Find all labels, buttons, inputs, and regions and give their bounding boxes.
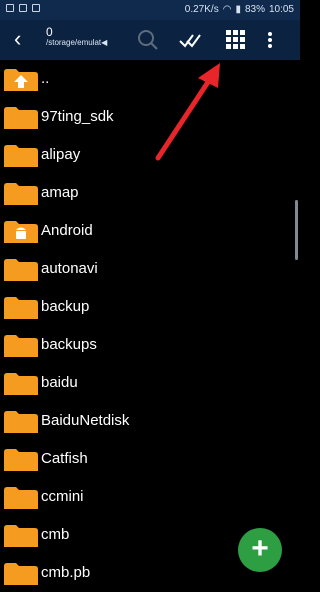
check-icon[interactable] bbox=[177, 28, 203, 52]
wifi-icon: ◠ bbox=[222, 4, 232, 15]
file-name: autonavi bbox=[41, 260, 98, 277]
folder-icon bbox=[4, 373, 38, 395]
list-item[interactable]: Android bbox=[0, 212, 300, 250]
list-item[interactable]: autonavi bbox=[0, 250, 300, 288]
file-name: alipay bbox=[41, 146, 81, 163]
notification-icon bbox=[6, 4, 14, 12]
battery-percent: 83% bbox=[244, 4, 265, 15]
file-name: BaiduNetdisk bbox=[41, 412, 130, 429]
list-item[interactable]: ccmini bbox=[0, 478, 300, 516]
file-name: Catfish bbox=[41, 450, 88, 467]
status-right: 0.27K/s ◠ ▮ 83% 10:05 bbox=[185, 4, 294, 15]
list-item[interactable]: Catfish bbox=[0, 440, 300, 478]
status-left-icons bbox=[6, 4, 40, 12]
file-name: .. bbox=[41, 70, 50, 87]
more-vertical-icon[interactable] bbox=[264, 28, 276, 52]
scrollbar[interactable] bbox=[295, 200, 298, 260]
android-folder-icon bbox=[4, 221, 38, 243]
folder-icon bbox=[4, 107, 38, 129]
folder-icon bbox=[4, 487, 38, 509]
folder-icon bbox=[4, 335, 38, 357]
plus-icon: + bbox=[251, 532, 269, 565]
file-name: 97ting_sdk bbox=[41, 108, 114, 125]
folder-icon bbox=[4, 411, 38, 433]
grid-view-icon[interactable] bbox=[224, 28, 248, 52]
toolbar: ‹ 0 /storage/emulat◀ bbox=[0, 20, 300, 60]
add-button[interactable]: + bbox=[238, 528, 282, 572]
folder-icon bbox=[4, 449, 38, 471]
file-name: cmb bbox=[41, 526, 70, 543]
file-name: cmb.pb bbox=[41, 564, 91, 581]
file-name: Android bbox=[41, 222, 93, 239]
file-name: ccmini bbox=[41, 488, 84, 505]
list-item[interactable]: .. bbox=[0, 60, 300, 98]
back-arrow-icon[interactable]: ‹ bbox=[14, 28, 30, 52]
network-speed: 0.27K/s bbox=[184, 4, 219, 15]
file-name: backups bbox=[41, 336, 97, 353]
path-text: /storage/emulat◀ bbox=[46, 38, 108, 47]
list-item[interactable]: baidu bbox=[0, 364, 300, 402]
list-item[interactable]: amap bbox=[0, 174, 300, 212]
file-name: amap bbox=[41, 184, 79, 201]
search-icon[interactable] bbox=[137, 28, 159, 52]
up-folder-icon bbox=[4, 69, 38, 91]
folder-icon bbox=[4, 525, 38, 547]
folder-icon bbox=[4, 297, 38, 319]
folder-icon bbox=[4, 259, 38, 281]
folder-icon bbox=[4, 145, 38, 167]
list-item[interactable]: backup bbox=[0, 288, 300, 326]
list-item[interactable]: 97ting_sdk bbox=[0, 98, 300, 136]
list-item[interactable]: BaiduNetdisk bbox=[0, 402, 300, 440]
folder-icon bbox=[4, 183, 38, 205]
file-name: baidu bbox=[41, 374, 78, 391]
path-title: 0 /storage/emulat◀ bbox=[46, 26, 107, 48]
title-text: 0 bbox=[46, 25, 53, 39]
clock: 10:05 bbox=[268, 4, 294, 15]
file-name: backup bbox=[41, 298, 90, 315]
notification-icon bbox=[19, 4, 27, 12]
list-item[interactable]: alipay bbox=[0, 136, 300, 174]
list-item[interactable]: backups bbox=[0, 326, 300, 364]
signal-icon: ▮ bbox=[235, 4, 241, 15]
notification-icon bbox=[32, 4, 40, 12]
status-bar: 0.27K/s ◠ ▮ 83% 10:05 bbox=[0, 0, 300, 20]
file-list: .. 97ting_sdk alipay amap Android autona… bbox=[0, 60, 300, 585]
